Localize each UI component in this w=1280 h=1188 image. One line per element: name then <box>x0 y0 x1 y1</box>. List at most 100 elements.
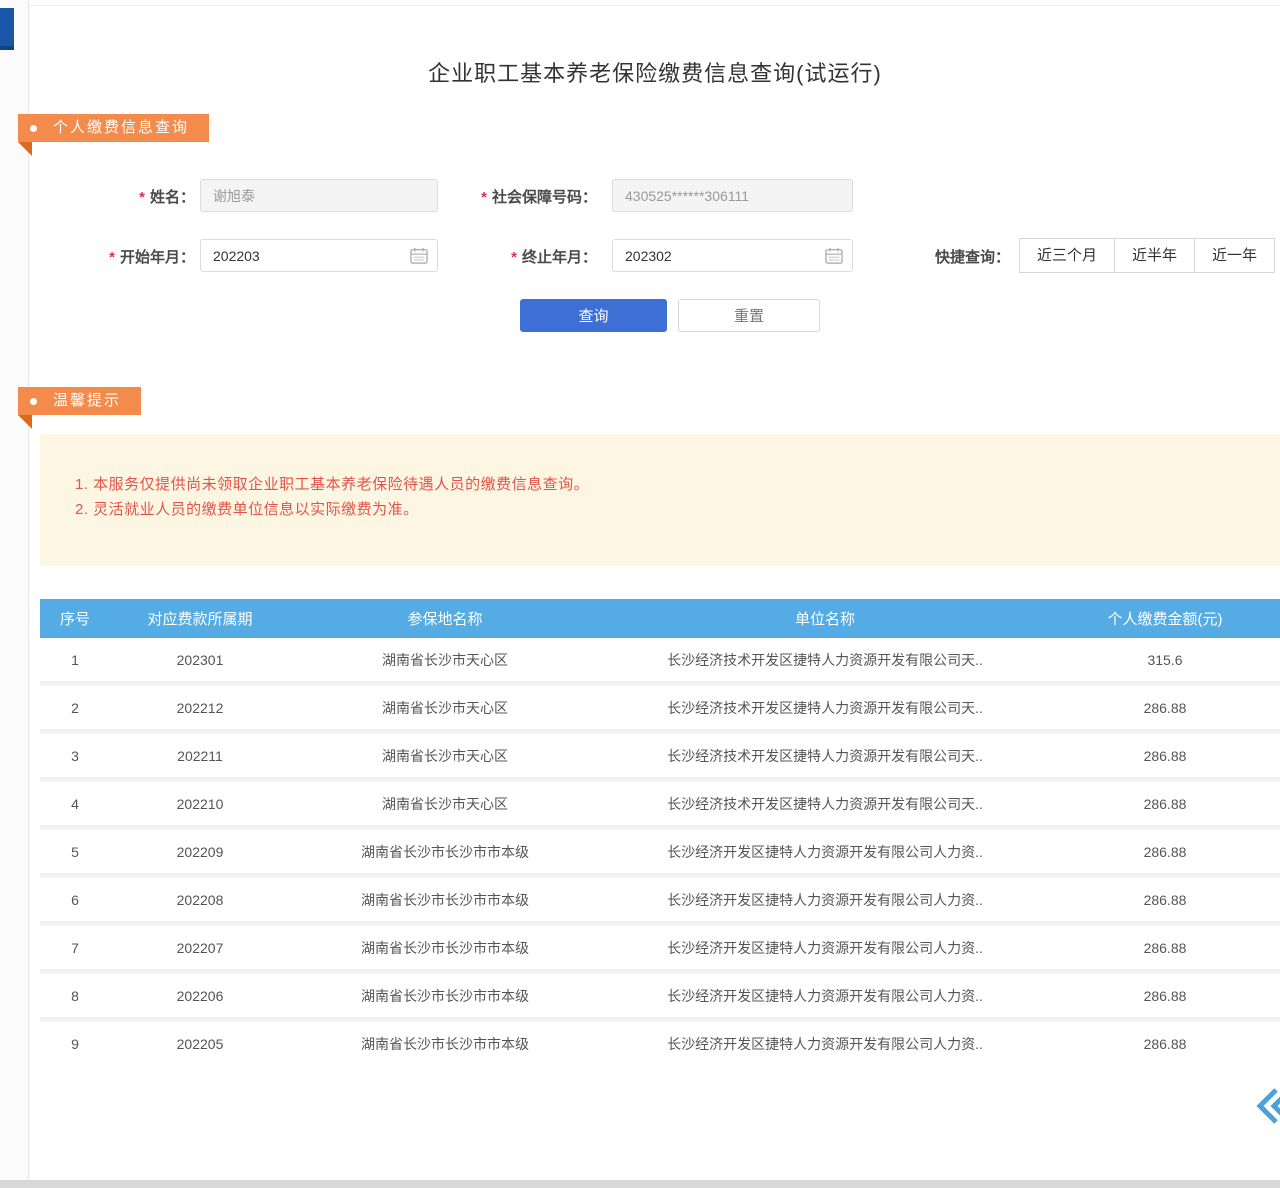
table-cell: 长沙经济开发区捷特人力资源开发有限公司人力资.. <box>600 890 1050 910</box>
table-cell: 9 <box>40 1036 110 1052</box>
table-cell: 286.88 <box>1050 796 1280 812</box>
table-cell: 286.88 <box>1050 700 1280 716</box>
name-input[interactable] <box>200 179 438 212</box>
table-row: 1202301湖南省长沙市天心区长沙经济技术开发区捷特人力资源开发有限公司天..… <box>40 638 1280 681</box>
results-table-body: 1202301湖南省长沙市天心区长沙经济技术开发区捷特人力资源开发有限公司天..… <box>40 638 1280 1065</box>
end-month-input[interactable] <box>612 239 853 272</box>
table-cell: 202301 <box>110 652 290 668</box>
table-cell: 长沙经济开发区捷特人力资源开发有限公司人力资.. <box>600 842 1050 862</box>
bullet-dot-icon <box>30 125 37 132</box>
required-star: * <box>109 249 115 266</box>
required-star: * <box>139 189 145 206</box>
page-title: 企业职工基本养老保险缴费信息查询(试运行) <box>30 56 1280 88</box>
table-cell: 286.88 <box>1050 844 1280 860</box>
start-month-label: *开始年月： <box>30 246 195 267</box>
required-star: * <box>511 249 517 266</box>
calendar-icon[interactable] <box>410 247 428 264</box>
required-star: * <box>481 189 487 206</box>
table-row: 7202207湖南省长沙市长沙市市本级长沙经济开发区捷特人力资源开发有限公司人力… <box>40 926 1280 969</box>
table-cell: 7 <box>40 940 110 956</box>
table-cell: 长沙经济开发区捷特人力资源开发有限公司人力资.. <box>600 986 1050 1006</box>
bullet-dot-icon <box>30 398 37 405</box>
ribbon-fold <box>18 415 32 429</box>
table-row: 8202206湖南省长沙市长沙市市本级长沙经济开发区捷特人力资源开发有限公司人力… <box>40 974 1280 1017</box>
table-cell: 202211 <box>110 748 290 764</box>
column-header: 参保地名称 <box>290 608 600 629</box>
table-cell: 湖南省长沙市天心区 <box>290 794 600 814</box>
bottom-strip <box>0 1180 1280 1188</box>
table-row: 9202205湖南省长沙市长沙市市本级长沙经济开发区捷特人力资源开发有限公司人力… <box>40 1022 1280 1065</box>
table-cell: 长沙经济技术开发区捷特人力资源开发有限公司天.. <box>600 746 1050 766</box>
table-cell: 4 <box>40 796 110 812</box>
table-cell: 286.88 <box>1050 748 1280 764</box>
table-row: 4202210湖南省长沙市天心区长沙经济技术开发区捷特人力资源开发有限公司天..… <box>40 782 1280 825</box>
table-cell: 湖南省长沙市天心区 <box>290 650 600 670</box>
table-cell: 3 <box>40 748 110 764</box>
section-badge-label: 温馨提示 <box>53 387 121 415</box>
double-chevron-left-icon[interactable] <box>1252 1084 1280 1128</box>
table-cell: 202207 <box>110 940 290 956</box>
table-cell: 6 <box>40 892 110 908</box>
table-cell: 湖南省长沙市天心区 <box>290 746 600 766</box>
notice-line: 1. 本服务仅提供尚未领取企业职工基本养老保险待遇人员的缴费信息查询。 <box>75 472 1250 497</box>
ssn-label: *社会保障号码： <box>430 186 597 207</box>
reset-button[interactable]: 重置 <box>678 299 820 332</box>
calendar-icon[interactable] <box>825 247 843 264</box>
table-cell: 202209 <box>110 844 290 860</box>
tips-notice-box: 1. 本服务仅提供尚未领取企业职工基本养老保险待遇人员的缴费信息查询。2. 灵活… <box>40 434 1280 566</box>
quick-range-button-0[interactable]: 近三个月 <box>1019 238 1115 273</box>
ssn-input[interactable] <box>612 179 853 212</box>
table-cell: 202206 <box>110 988 290 1004</box>
table-cell: 湖南省长沙市长沙市市本级 <box>290 938 600 958</box>
quick-range-button-2[interactable]: 近一年 <box>1194 238 1275 273</box>
results-table: 序号对应费款所属期参保地名称单位名称个人缴费金额(元) 1202301湖南省长沙… <box>40 599 1280 1065</box>
table-row: 5202209湖南省长沙市长沙市市本级长沙经济开发区捷特人力资源开发有限公司人力… <box>40 830 1280 873</box>
table-cell: 长沙经济开发区捷特人力资源开发有限公司人力资.. <box>600 1034 1050 1054</box>
table-cell: 1 <box>40 652 110 668</box>
table-cell: 2 <box>40 700 110 716</box>
table-cell: 202205 <box>110 1036 290 1052</box>
table-row: 3202211湖南省长沙市天心区长沙经济技术开发区捷特人力资源开发有限公司天..… <box>40 734 1280 777</box>
table-cell: 湖南省长沙市长沙市市本级 <box>290 986 600 1006</box>
table-cell: 长沙经济技术开发区捷特人力资源开发有限公司天.. <box>600 698 1050 718</box>
column-header: 对应费款所属期 <box>110 608 290 629</box>
column-header: 序号 <box>40 608 110 629</box>
table-cell: 长沙经济技术开发区捷特人力资源开发有限公司天.. <box>600 794 1050 814</box>
quick-range-button-1[interactable]: 近半年 <box>1114 238 1195 273</box>
panel-top-border <box>29 5 1280 6</box>
table-row: 6202208湖南省长沙市长沙市市本级长沙经济开发区捷特人力资源开发有限公司人力… <box>40 878 1280 921</box>
section-badge-tips: 温馨提示 <box>18 387 141 415</box>
column-header: 个人缴费金额(元) <box>1050 608 1280 629</box>
start-month-input[interactable] <box>200 239 438 272</box>
table-cell: 286.88 <box>1050 988 1280 1004</box>
end-month-label: *终止年月： <box>430 246 597 267</box>
section-badge-personal-query: 个人缴费信息查询 <box>18 114 209 142</box>
table-cell: 湖南省长沙市天心区 <box>290 698 600 718</box>
table-cell: 315.6 <box>1050 652 1280 668</box>
table-cell: 8 <box>40 988 110 1004</box>
sidebar-toggle-tab[interactable] <box>0 8 14 50</box>
quick-range-buttons: 近三个月近半年近一年 <box>1020 238 1275 273</box>
quick-query-label: 快捷查询： <box>880 246 1010 267</box>
column-header: 单位名称 <box>600 608 1050 629</box>
table-cell: 286.88 <box>1050 940 1280 956</box>
notice-line: 2. 灵活就业人员的缴费单位信息以实际缴费为准。 <box>75 497 1250 522</box>
ribbon-fold <box>18 142 32 156</box>
table-row: 2202212湖南省长沙市天心区长沙经济技术开发区捷特人力资源开发有限公司天..… <box>40 686 1280 729</box>
left-rail <box>0 0 29 1188</box>
results-table-header: 序号对应费款所属期参保地名称单位名称个人缴费金额(元) <box>40 599 1280 638</box>
table-cell: 5 <box>40 844 110 860</box>
table-cell: 长沙经济技术开发区捷特人力资源开发有限公司天.. <box>600 650 1050 670</box>
table-cell: 202212 <box>110 700 290 716</box>
pension-query-page: 企业职工基本养老保险缴费信息查询(试运行) 个人缴费信息查询 *姓名： *社会保… <box>0 0 1280 1188</box>
name-label: *姓名： <box>30 186 195 207</box>
query-button[interactable]: 查询 <box>520 299 667 332</box>
table-cell: 湖南省长沙市长沙市市本级 <box>290 1034 600 1054</box>
table-cell: 湖南省长沙市长沙市市本级 <box>290 842 600 862</box>
table-cell: 286.88 <box>1050 892 1280 908</box>
table-cell: 286.88 <box>1050 1036 1280 1052</box>
table-cell: 长沙经济开发区捷特人力资源开发有限公司人力资.. <box>600 938 1050 958</box>
section-badge-label: 个人缴费信息查询 <box>53 114 189 142</box>
table-cell: 202210 <box>110 796 290 812</box>
table-cell: 202208 <box>110 892 290 908</box>
